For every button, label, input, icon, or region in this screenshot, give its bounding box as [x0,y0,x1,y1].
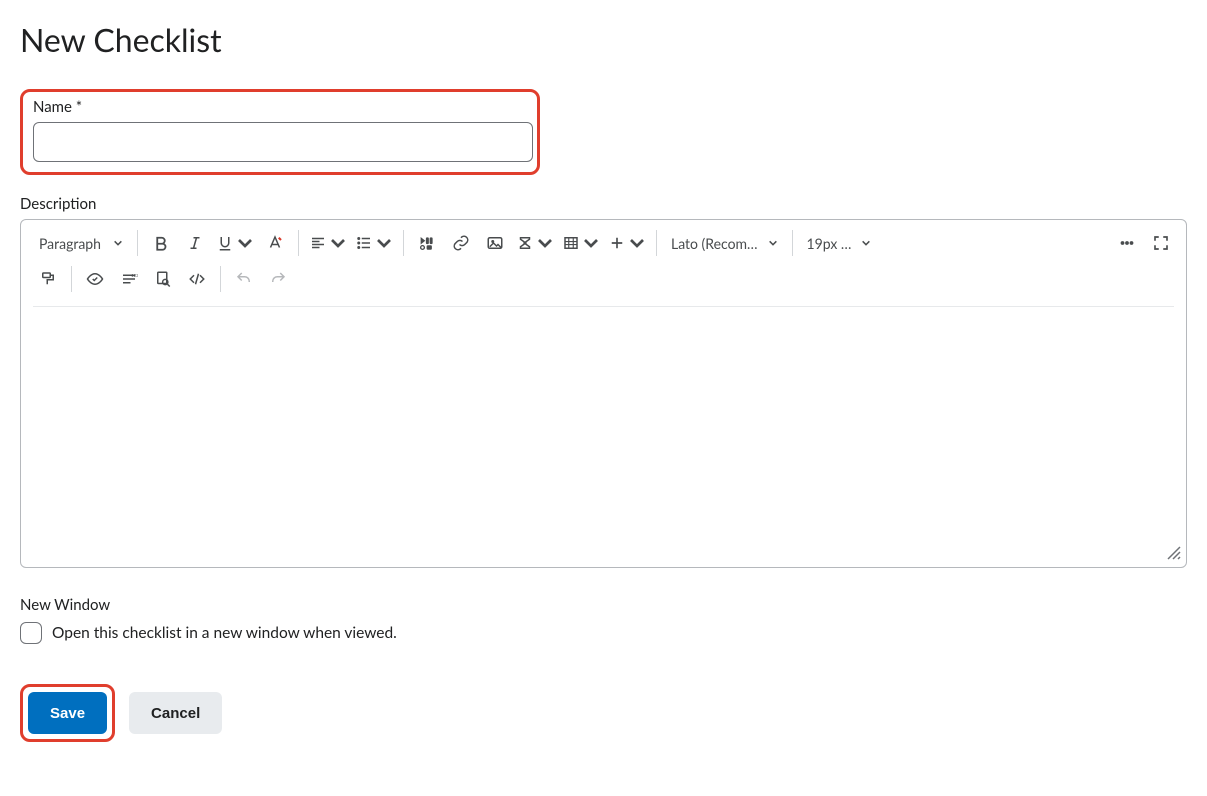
insert-stuff-icon [418,234,436,252]
list-icon [355,234,373,252]
italic-button[interactable] [178,226,212,260]
chevron-down-icon [536,234,554,252]
new-window-checkbox[interactable] [20,622,42,644]
code-icon [188,270,206,288]
fullscreen-icon [1152,234,1170,252]
text-color-button[interactable] [258,226,292,260]
name-label: Name * [33,98,527,116]
save-button-highlight: Save [20,684,115,742]
chevron-down-icon [236,234,254,252]
name-input[interactable] [33,122,533,162]
page-title: New Checklist [20,20,1187,59]
toolbar-separator [403,230,404,256]
table-icon [562,234,580,252]
image-icon [486,234,504,252]
table-button[interactable] [558,226,604,260]
toolbar-separator [298,230,299,256]
chevron-down-icon [628,234,646,252]
cancel-button[interactable]: Cancel [129,692,222,734]
source-code-button[interactable] [180,262,214,296]
undo-button[interactable] [227,262,261,296]
italic-icon [186,234,204,252]
editor-toolbar-row-2: 123 [21,260,1186,302]
svg-text:123: 123 [131,273,138,278]
align-button[interactable] [305,226,351,260]
chevron-down-icon [582,234,600,252]
description-label: Description [20,195,1187,213]
rich-text-editor: Paragraph [20,219,1187,568]
save-button[interactable]: Save [28,692,107,734]
insert-image-button[interactable] [478,226,512,260]
font-family-select[interactable]: Lato (Recom… [663,226,786,260]
font-size-label: 19px … [807,235,852,252]
chevron-down-icon [113,238,123,248]
plus-icon [608,234,626,252]
preview-button[interactable] [146,262,180,296]
word-count-button[interactable]: 123 [112,262,146,296]
new-window-heading: New Window [20,596,1187,614]
format-painter-icon [39,270,57,288]
button-row: Save Cancel [20,684,1187,742]
bold-button[interactable] [144,226,178,260]
toolbar-separator [71,266,72,292]
underline-button[interactable] [212,226,258,260]
word-count-icon: 123 [120,270,138,288]
chevron-down-icon [861,238,871,248]
paragraph-style-label: Paragraph [39,235,101,252]
resize-handle[interactable] [1166,545,1182,565]
toolbar-separator [792,230,793,256]
paragraph-style-select[interactable]: Paragraph [31,226,131,260]
editor-toolbar-row-1: Paragraph [21,220,1186,260]
format-painter-button[interactable] [31,262,65,296]
new-window-checkbox-label: Open this checklist in a new window when… [52,624,397,642]
toolbar-separator [656,230,657,256]
chevron-down-icon [375,234,393,252]
accessibility-checker-button[interactable] [78,262,112,296]
font-size-select[interactable]: 19px … [799,226,880,260]
eye-check-icon [86,270,104,288]
font-family-label: Lato (Recom… [671,235,758,252]
undo-icon [235,270,253,288]
resize-icon [1166,545,1182,561]
chevron-down-icon [329,234,347,252]
fullscreen-button[interactable] [1144,226,1178,260]
sigma-icon [516,234,534,252]
link-icon [452,234,470,252]
list-button[interactable] [351,226,397,260]
ellipsis-icon [1118,234,1136,252]
align-left-icon [309,234,327,252]
text-color-icon [266,234,284,252]
toolbar-separator [220,266,221,292]
chevron-down-icon [768,238,778,248]
toolbar-separator [137,230,138,256]
name-field-highlight: Name * [20,89,540,175]
insert-link-button[interactable] [444,226,478,260]
more-actions-button[interactable] [1110,226,1144,260]
page-search-icon [154,270,172,288]
underline-icon [216,234,234,252]
equation-button[interactable] [512,226,558,260]
bold-icon [152,234,170,252]
insert-more-button[interactable] [604,226,650,260]
redo-icon [269,270,287,288]
redo-button[interactable] [261,262,295,296]
insert-stuff-button[interactable] [410,226,444,260]
editor-body[interactable] [21,307,1186,567]
